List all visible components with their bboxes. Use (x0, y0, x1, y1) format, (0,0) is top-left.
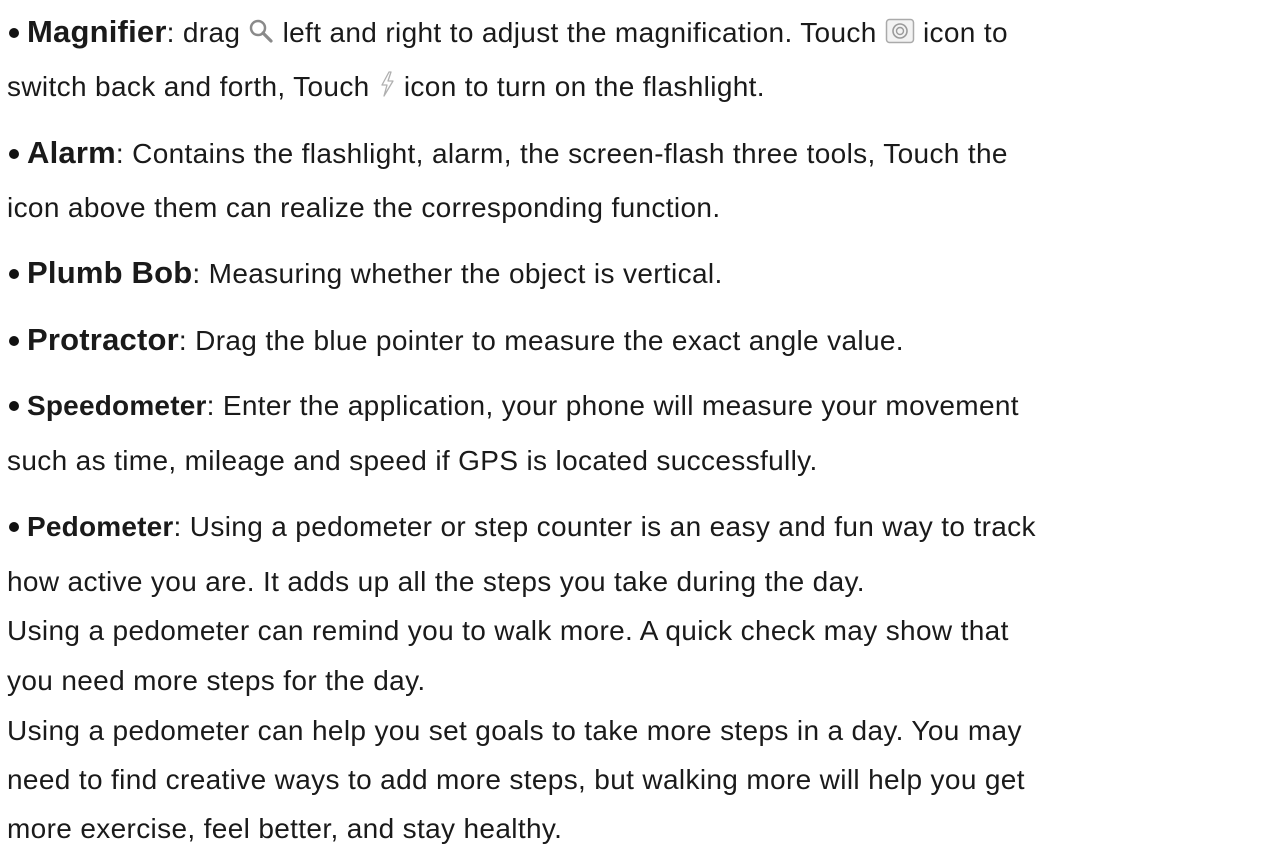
camera-switch-icon (885, 18, 915, 44)
magnifier-line-2: switch back and forth, Touch icon to tur… (7, 70, 765, 102)
flashlight-icon (378, 70, 396, 98)
bullet (9, 335, 19, 346)
plumb-bob-line: Plumb Bob: Measuring whether the object … (7, 253, 723, 294)
pedometer-line-1: Pedometer: Using a pedometer or step cou… (7, 507, 1036, 547)
protractor-term: Protractor (27, 322, 179, 357)
magnifier-term: Magnifier (27, 14, 167, 49)
bullet (9, 521, 19, 532)
pedometer-line-5: Using a pedometer can help you set goals… (7, 715, 1022, 746)
pedometer-line-2: how active you are. It adds up all the s… (7, 566, 865, 597)
alarm-line-2: icon above them can realize the correspo… (7, 192, 721, 223)
magnifier-line-1: Magnifier: drag left and right to adjust… (7, 12, 1008, 53)
pedometer-line-4: you need more steps for the day. (7, 665, 426, 696)
speedometer-term: Speedometer (27, 390, 207, 421)
bullet (9, 268, 19, 279)
alarm-line-1: Alarm: Contains the flashlight, alarm, t… (7, 133, 1008, 174)
pedometer-line-3: Using a pedometer can remind you to walk… (7, 615, 1009, 646)
speedometer-line-1: Speedometer: Enter the application, your… (7, 386, 1019, 426)
bullet (9, 148, 19, 159)
plumb-bob-term: Plumb Bob (27, 255, 193, 290)
alarm-term: Alarm (27, 135, 116, 170)
pedometer-term: Pedometer (27, 511, 174, 542)
protractor-line: Protractor: Drag the blue pointer to mea… (7, 320, 904, 361)
magnifier-icon (248, 18, 274, 44)
speedometer-line-2: such as time, mileage and speed if GPS i… (7, 445, 818, 476)
bullet (9, 27, 19, 38)
pedometer-line-7: more exercise, feel better, and stay hea… (7, 813, 563, 844)
bullet (9, 400, 19, 411)
pedometer-line-6: need to find creative ways to add more s… (7, 764, 1025, 795)
